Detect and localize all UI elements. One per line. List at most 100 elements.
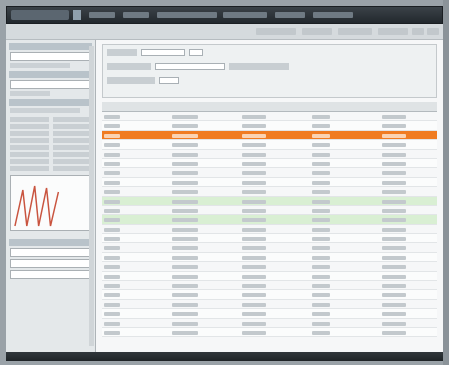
table-cell (242, 115, 266, 119)
sidebar-option-grid (10, 117, 91, 171)
table-row[interactable] (102, 196, 437, 206)
app-icon[interactable] (73, 10, 81, 20)
table-cell (104, 143, 120, 148)
table-row[interactable] (102, 177, 437, 188)
table-cell (312, 124, 330, 129)
filter-option[interactable] (229, 63, 289, 70)
sidebar-option[interactable] (52, 159, 91, 164)
table-row[interactable] (102, 225, 437, 235)
table-row[interactable] (102, 140, 437, 150)
table-cell (104, 246, 120, 251)
table-row[interactable] (102, 319, 437, 328)
menu-item-6[interactable] (313, 12, 353, 18)
sidebar-option[interactable] (10, 63, 70, 68)
menu-item-5[interactable] (275, 12, 305, 18)
sidebar-field[interactable] (10, 259, 91, 268)
table-row[interactable] (102, 158, 437, 169)
table-cell (312, 199, 330, 204)
table-cell (172, 161, 198, 166)
table-row[interactable] (102, 271, 437, 282)
sidebar-option[interactable] (52, 166, 91, 171)
filter-label (107, 77, 155, 84)
sidebar-option[interactable] (52, 145, 91, 150)
table-cell (312, 143, 330, 148)
sidebar (6, 40, 96, 352)
sub-item-1[interactable] (256, 28, 296, 35)
sidebar-option[interactable] (52, 131, 91, 136)
table-row[interactable] (102, 309, 437, 319)
sidebar-search-input[interactable] (10, 52, 91, 61)
table-cell (104, 265, 120, 270)
table-cell (382, 208, 406, 213)
table-row[interactable] (102, 121, 437, 131)
table-cell (172, 208, 198, 213)
sidebar-option[interactable] (10, 108, 80, 113)
table-row[interactable] (102, 252, 437, 263)
table-row[interactable] (102, 262, 437, 272)
sub-item-2[interactable] (302, 28, 332, 35)
sidebar-option[interactable] (10, 117, 49, 122)
sidebar-option[interactable] (10, 166, 49, 171)
table-row[interactable] (102, 215, 437, 225)
menu-item-4[interactable] (223, 12, 267, 18)
table-row[interactable] (102, 130, 437, 141)
sidebar-filter-input[interactable] (10, 80, 91, 89)
sub-item-4[interactable] (378, 28, 408, 35)
mini-chart-line (14, 185, 60, 227)
table-row[interactable] (102, 290, 437, 300)
table-cell (312, 133, 330, 138)
menu-item-3[interactable] (157, 12, 217, 18)
sidebar-mini-chart (10, 175, 91, 231)
table-row[interactable] (102, 243, 437, 253)
sidebar-field[interactable] (10, 270, 91, 279)
table-cell (104, 199, 120, 204)
menu-item-2[interactable] (123, 12, 149, 18)
table-cell (172, 284, 198, 289)
sub-item-6[interactable] (427, 28, 439, 35)
table-cell (382, 321, 406, 326)
window-edge (443, 0, 449, 365)
sidebar-option[interactable] (52, 138, 91, 143)
table-cell (312, 302, 330, 307)
sub-item-5[interactable] (412, 28, 424, 35)
table-row[interactable] (102, 327, 437, 338)
sub-item-3[interactable] (338, 28, 372, 35)
filter-field[interactable] (159, 77, 179, 84)
filter-field[interactable] (141, 49, 185, 56)
table-cell (172, 199, 198, 204)
table-row[interactable] (102, 168, 437, 178)
sidebar-option[interactable] (10, 131, 49, 136)
table-cell (242, 218, 266, 223)
table-row[interactable] (102, 206, 437, 216)
sidebar-option[interactable] (10, 145, 49, 150)
table-row[interactable] (102, 300, 437, 310)
sidebar-option[interactable] (10, 124, 49, 129)
table-cell (242, 143, 266, 148)
sidebar-option[interactable] (10, 152, 49, 157)
table-row[interactable] (102, 187, 437, 197)
app-logo[interactable] (11, 10, 69, 20)
sidebar-option[interactable] (52, 124, 91, 129)
sidebar-field[interactable] (10, 248, 91, 257)
table-cell (382, 180, 406, 185)
table-row[interactable] (102, 112, 437, 122)
sidebar-scrollbar[interactable] (89, 46, 94, 346)
filter-field[interactable] (155, 63, 225, 70)
sidebar-option[interactable] (52, 152, 91, 157)
sidebar-option[interactable] (52, 117, 91, 122)
filter-dropdown[interactable] (189, 49, 203, 56)
table-cell (104, 321, 120, 326)
table-cell (172, 237, 198, 242)
table-row[interactable] (102, 150, 437, 159)
sidebar-option[interactable] (10, 138, 49, 143)
sidebar-option[interactable] (10, 159, 49, 164)
table-cell (172, 152, 198, 157)
table-cell (104, 312, 120, 317)
table-row[interactable] (102, 234, 437, 244)
table-cell (382, 255, 406, 260)
table-cell (382, 284, 406, 289)
sidebar-option[interactable] (10, 91, 50, 96)
table-row[interactable] (102, 281, 437, 291)
table-cell (104, 133, 120, 138)
menu-item-1[interactable] (89, 12, 115, 18)
